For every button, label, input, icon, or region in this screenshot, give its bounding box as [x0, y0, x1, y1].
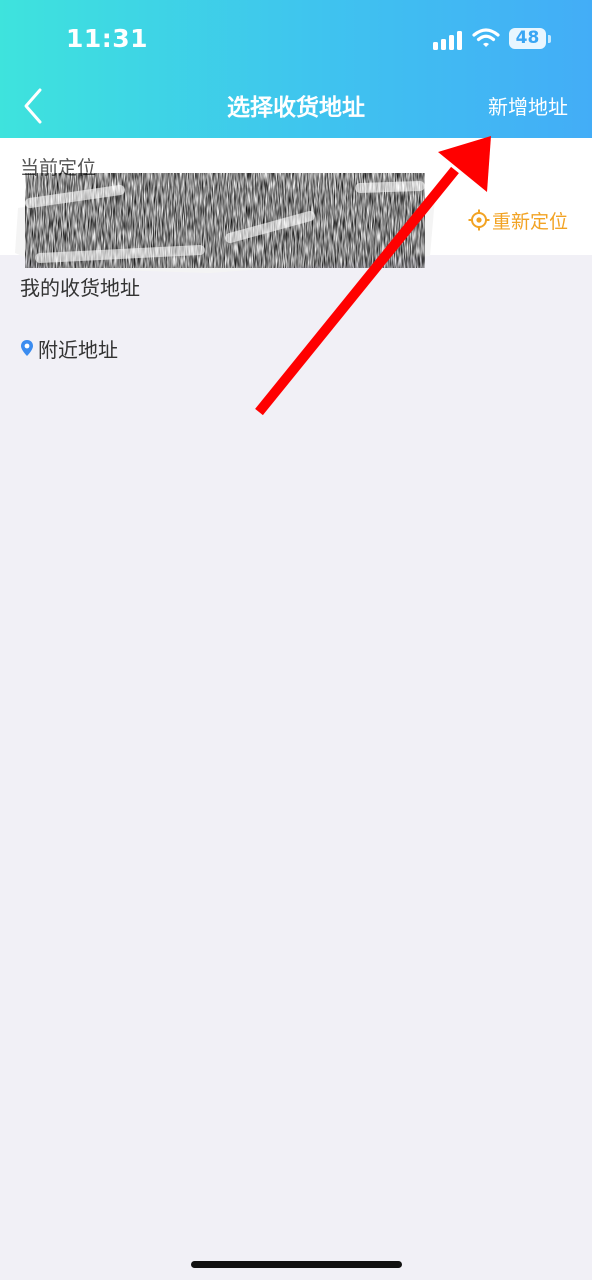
relocate-button[interactable]: 重新定位 [468, 207, 568, 233]
cellular-signal-icon [433, 30, 463, 50]
redaction-scribble [15, 173, 435, 273]
add-address-button[interactable]: 新增地址 [488, 91, 568, 120]
home-indicator [191, 1261, 402, 1268]
crosshair-icon [468, 209, 490, 231]
battery-tip [548, 35, 551, 43]
header-bar: 11:31 48 选择收货地址 新增地址 [0, 0, 592, 138]
relocate-label: 重新定位 [491, 210, 568, 233]
nearby-label: 附近地址 [38, 338, 118, 362]
current-location-card: 当前定位 重新定位 [0, 138, 592, 273]
nearby-addresses[interactable]: 附近地址 [20, 334, 118, 363]
my-addresses-title: 我的收货地址 [20, 276, 140, 300]
location-pin-icon [21, 339, 33, 356]
battery-icon: 48 [509, 28, 546, 49]
status-time: 11:31 [66, 24, 149, 53]
screen: 11:31 48 选择收货地址 新增地址 当前定位 重新定位 我的收货地址 附近… [0, 0, 592, 1280]
wifi-icon [472, 28, 500, 47]
